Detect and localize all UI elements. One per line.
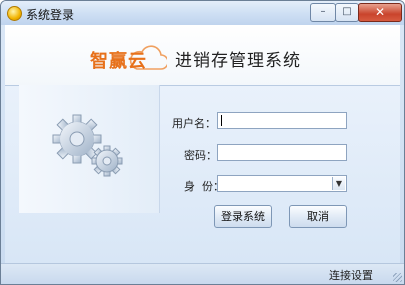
close-button[interactable]: ✕ — [358, 3, 402, 22]
window-title: 系统登录 — [26, 8, 75, 22]
chevron-down-icon[interactable]: ▼ — [332, 177, 345, 190]
maximize-button[interactable]: □ — [335, 3, 359, 22]
app-icon — [7, 6, 22, 21]
minimize-button[interactable]: – — [310, 3, 336, 22]
resize-grip-icon[interactable] — [393, 273, 402, 282]
password-input[interactable] — [217, 144, 347, 161]
role-select[interactable]: ▼ — [217, 175, 347, 192]
connection-settings-link[interactable]: 连接设置 — [329, 267, 373, 283]
login-button[interactable]: 登录系统 — [214, 205, 272, 228]
username-input[interactable] — [217, 112, 347, 129]
password-label: 密码： — [184, 149, 217, 162]
app-title: 进销存管理系统 — [175, 51, 301, 71]
gears-icon — [52, 114, 123, 177]
title-bar[interactable]: 系统登录 – □ ✕ — [1, 1, 404, 25]
text-caret — [221, 115, 222, 126]
illustration-panel — [19, 85, 160, 213]
cancel-button[interactable]: 取消 — [289, 205, 347, 228]
brand-name: 智赢云 — [90, 51, 147, 72]
username-label: 用户名： — [172, 117, 216, 130]
login-window: 系统登录 – □ ✕ 智赢云 进销存管理系统 用户名： 密码： 身 份： ▼ 登… — [0, 0, 405, 285]
